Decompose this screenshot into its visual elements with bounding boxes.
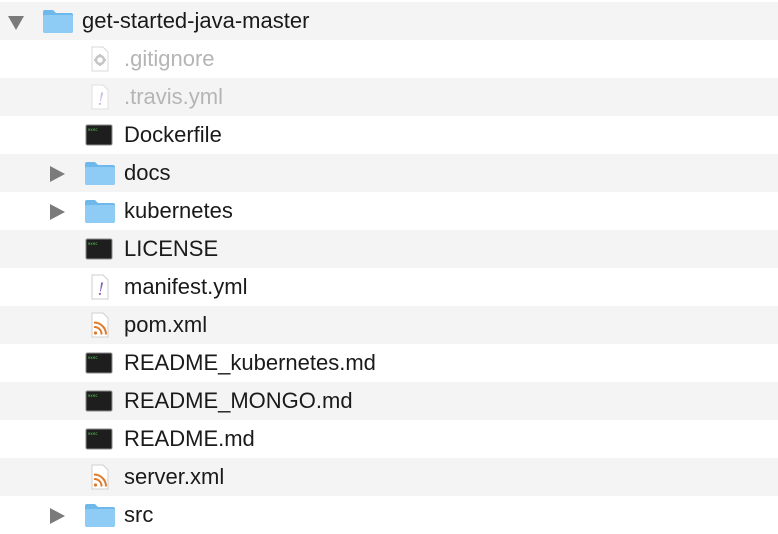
svg-text:!: !	[98, 280, 105, 300]
svg-text:!: !	[98, 90, 105, 110]
tree-row-src[interactable]: src	[0, 496, 778, 534]
tree-row-label: src	[124, 502, 154, 527]
tree-row-dockerfile[interactable]: exec Dockerfile	[0, 116, 778, 154]
folder-icon	[42, 8, 73, 34]
svg-text:exec: exec	[88, 431, 98, 436]
tree-row-label: server.xml	[124, 464, 225, 489]
exec-file-icon: exec	[84, 426, 114, 452]
tree-row-label: .gitignore	[124, 46, 215, 71]
svg-text:exec: exec	[88, 127, 98, 132]
disclosure-expanded-icon[interactable]	[8, 16, 24, 30]
tree-row-license[interactable]: exec LICENSE	[0, 230, 778, 268]
tree-row-label: LICENSE	[124, 236, 219, 261]
folder-icon	[84, 160, 115, 186]
disclosure-collapsed-icon[interactable]	[50, 204, 65, 220]
tree-row-label: manifest.yml	[124, 274, 248, 299]
exec-file-icon: exec	[84, 122, 114, 148]
tree-row-manifest[interactable]: ! manifest.yml	[0, 268, 778, 306]
folder-icon	[84, 198, 115, 224]
svg-text:exec: exec	[88, 355, 98, 360]
tree-row-root[interactable]: get-started-java-master	[0, 2, 778, 40]
yaml-file-icon: !	[84, 84, 114, 110]
svg-text:exec: exec	[88, 241, 98, 246]
gear-file-icon	[84, 46, 114, 72]
tree-row-label: README.md	[124, 426, 255, 451]
exec-file-icon: exec	[84, 350, 114, 376]
exec-file-icon: exec	[84, 236, 114, 262]
tree-row-label: README_MONGO.md	[124, 388, 353, 413]
tree-row-readme-kubernetes[interactable]: exec README_kubernetes.md	[0, 344, 778, 382]
tree-row-label: docs	[124, 160, 171, 185]
tree-row-gitignore[interactable]: .gitignore	[0, 40, 778, 78]
tree-row-pom[interactable]: pom.xml	[0, 306, 778, 344]
exec-file-icon: exec	[84, 388, 114, 414]
svg-text:exec: exec	[88, 393, 98, 398]
tree-row-travis[interactable]: ! .travis.yml	[0, 78, 778, 116]
rss-file-icon	[84, 312, 114, 338]
file-tree: get-started-java-master .gitignore ! .tr…	[0, 2, 778, 534]
tree-row-docs[interactable]: docs	[0, 154, 778, 192]
tree-row-label: pom.xml	[124, 312, 208, 337]
disclosure-collapsed-icon[interactable]	[50, 508, 65, 524]
disclosure-collapsed-icon[interactable]	[50, 166, 65, 182]
tree-row-label: get-started-java-master	[82, 8, 310, 33]
rss-file-icon	[84, 464, 114, 490]
tree-row-label: kubernetes	[124, 198, 233, 223]
tree-row-readme[interactable]: exec README.md	[0, 420, 778, 458]
folder-icon	[84, 502, 115, 528]
tree-row-kubernetes[interactable]: kubernetes	[0, 192, 778, 230]
tree-row-label: README_kubernetes.md	[124, 350, 376, 375]
tree-row-server[interactable]: server.xml	[0, 458, 778, 496]
tree-row-readme-mongo[interactable]: exec README_MONGO.md	[0, 382, 778, 420]
tree-row-label: .travis.yml	[124, 84, 223, 109]
yaml-file-icon: !	[84, 274, 114, 300]
tree-row-label: Dockerfile	[124, 122, 222, 147]
